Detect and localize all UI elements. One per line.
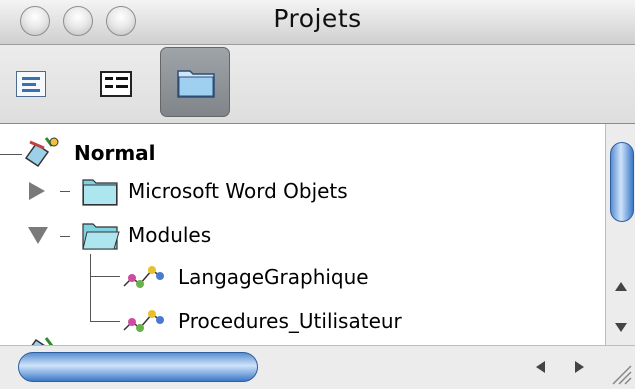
tree-item-label: Modules (128, 223, 212, 247)
project-tree[interactable]: Normal Microsoft Word Objets Modules Lan… (0, 124, 605, 345)
tree-item-label: LangageGraphique (178, 265, 369, 289)
project-icon (31, 337, 54, 345)
tree-item-langagegraphique[interactable]: LangageGraphique (0, 258, 500, 298)
scroll-right-arrow-icon[interactable] (566, 354, 592, 380)
scroll-up-arrow-icon[interactable] (606, 272, 635, 302)
scroll-down-arrow-icon[interactable] (606, 312, 635, 342)
horizontal-scrollbar[interactable] (0, 345, 635, 389)
module-icon (123, 266, 164, 288)
tree-item-microsoft-word-objects[interactable]: Microsoft Word Objets (0, 172, 500, 212)
vertical-scrollbar[interactable] (605, 124, 635, 345)
horizontal-scroll-thumb[interactable] (18, 352, 258, 382)
view-object-button[interactable] (100, 71, 132, 97)
projects-window: Projets Normal Microsoft Word Objets Mod… (0, 0, 635, 389)
open-folder-icon (82, 223, 120, 250)
toolbar (0, 45, 635, 124)
window-title: Projets (273, 4, 362, 33)
tree-item-label: Procedures_Utilisateur (178, 309, 402, 333)
resize-grip-icon[interactable] (605, 354, 633, 386)
tree-item-label: Microsoft Word Objets (128, 179, 348, 203)
folder-icon (82, 179, 118, 206)
disclosure-collapsed-icon[interactable] (26, 180, 48, 202)
view-properties-button[interactable] (16, 71, 46, 97)
scroll-left-arrow-icon[interactable] (528, 354, 554, 380)
disclosure-expanded-icon[interactable] (26, 224, 50, 246)
toggle-folders-button[interactable] (160, 47, 230, 117)
folder-toggle-icon (177, 70, 215, 98)
tree-item-label: Normal (74, 141, 156, 165)
title-bar[interactable]: Projets (0, 0, 635, 45)
module-icon (123, 310, 164, 332)
tree-item-procedures-utilisateur[interactable]: Procedures_Utilisateur (0, 302, 520, 342)
project-icon (24, 137, 59, 168)
vertical-scroll-thumb[interactable] (610, 142, 634, 222)
tree-item-normal[interactable]: Normal (0, 134, 400, 174)
tree-item-modules[interactable]: Modules (0, 216, 400, 256)
